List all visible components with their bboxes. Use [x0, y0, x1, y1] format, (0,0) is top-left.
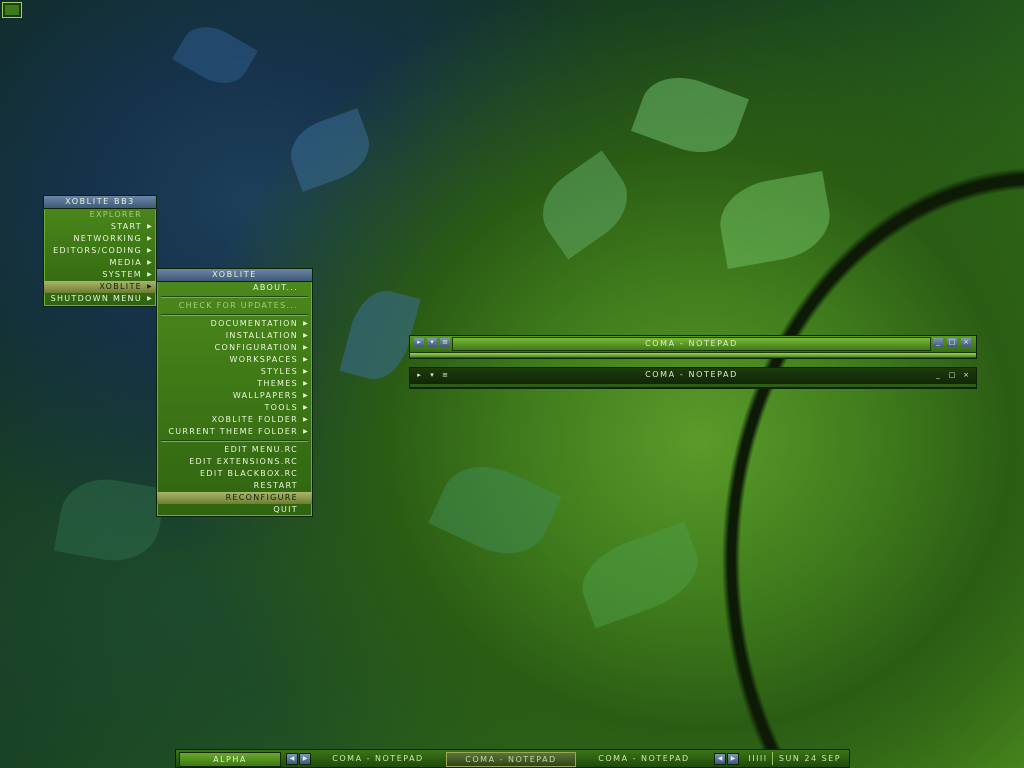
menu-item-networking[interactable]: NETWORKING: [44, 233, 156, 245]
menu-item-configuration[interactable]: CONFIGURATION: [157, 342, 312, 354]
tray-indicator[interactable]: IIIII: [746, 752, 770, 765]
main-menu: XOBLITE BB3 EXPLORER START NETWORKING ED…: [43, 195, 157, 307]
menu-item-edit-blackbox[interactable]: EDIT BLACKBOX.RC: [157, 468, 312, 480]
wallpaper-leaf: [528, 150, 642, 260]
wallpaper-leaf: [172, 15, 258, 95]
menu-item-shutdown[interactable]: SHUTDOWN MENU: [44, 293, 156, 305]
menu-item-tools[interactable]: TOOLS: [157, 402, 312, 414]
wallpaper-leaf: [428, 450, 562, 570]
menu-item-wallpapers[interactable]: WALLPAPERS: [157, 390, 312, 402]
shade-icon[interactable]: ▾: [427, 371, 437, 380]
taskbar: ALPHA ◀ ▶ COMA - NOTEPAD COMA - NOTEPAD …: [175, 749, 850, 768]
stick-icon[interactable]: ≡: [440, 338, 450, 347]
pin-icon[interactable]: ▸: [414, 338, 424, 347]
menu-item-themes[interactable]: THEMES: [157, 378, 312, 390]
wallpaper-leaf: [53, 471, 167, 569]
menu-item-reconfigure[interactable]: RECONFIGURE: [157, 492, 312, 504]
menu-item-about[interactable]: ABOUT...: [157, 282, 312, 294]
window-bottom-bar[interactable]: [410, 384, 976, 387]
close-icon[interactable]: ×: [961, 338, 971, 347]
menu-item-media[interactable]: MEDIA: [44, 257, 156, 269]
menu-item-xoblite[interactable]: XOBLITE: [44, 281, 156, 293]
notepad-window-inactive: COMA - NOTEPAD ▸ ▾ ≡ _ □ ×: [409, 367, 977, 389]
menu-item-edit-extensions[interactable]: EDIT EXTENSIONS.RC: [157, 456, 312, 468]
task-button-active[interactable]: COMA - NOTEPAD: [446, 752, 576, 767]
xoblite-submenu-title[interactable]: XOBLITE: [157, 269, 312, 282]
menu-item-workspaces[interactable]: WORKSPACES: [157, 354, 312, 366]
menu-item-explorer[interactable]: EXPLORER: [44, 209, 156, 221]
window-icon[interactable]: [2, 2, 22, 18]
maximize-icon[interactable]: □: [947, 338, 957, 347]
minimize-icon[interactable]: _: [933, 371, 943, 380]
window-title: COMA - NOTEPAD: [645, 370, 738, 379]
window-titlebar[interactable]: COMA - NOTEPAD: [452, 337, 931, 351]
window-bottom-bar[interactable]: [410, 352, 976, 357]
wallpaper-leaf: [631, 65, 749, 165]
workspace-next-icon[interactable]: ▶: [299, 753, 311, 765]
stick-icon[interactable]: ≡: [440, 371, 450, 380]
clock[interactable]: SUN 24 SEP: [772, 752, 847, 765]
shade-icon[interactable]: ▾: [427, 338, 437, 347]
task-button[interactable]: COMA - NOTEPAD: [580, 752, 708, 765]
task-next-icon[interactable]: ▶: [727, 753, 739, 765]
menu-item-check-updates[interactable]: CHECK FOR UPDATES...: [157, 300, 312, 312]
window-titlebar[interactable]: COMA - NOTEPAD: [452, 368, 931, 382]
pin-icon[interactable]: ▸: [414, 371, 424, 380]
menu-item-restart[interactable]: RESTART: [157, 480, 312, 492]
close-icon[interactable]: ×: [961, 371, 971, 380]
menu-item-styles[interactable]: STYLES: [157, 366, 312, 378]
notepad-window-active: COMA - NOTEPAD ▸ ▾ ≡ _ □ ×: [409, 335, 977, 359]
window-title: COMA - NOTEPAD: [645, 339, 738, 348]
wallpaper-leaf: [282, 108, 378, 192]
main-menu-title[interactable]: XOBLITE BB3: [44, 196, 156, 209]
wallpaper-leaf: [571, 521, 709, 629]
workspace-prev-icon[interactable]: ◀: [286, 753, 298, 765]
menu-item-current-theme-folder[interactable]: CURRENT THEME FOLDER: [157, 426, 312, 438]
menu-item-documentation[interactable]: DOCUMENTATION: [157, 318, 312, 330]
minimize-icon[interactable]: _: [933, 338, 943, 347]
maximize-icon[interactable]: □: [947, 371, 957, 380]
task-prev-icon[interactable]: ◀: [714, 753, 726, 765]
menu-item-editors-coding[interactable]: EDITORS/CODING: [44, 245, 156, 257]
wallpaper-leaf: [713, 171, 837, 269]
menu-item-quit[interactable]: QUIT: [157, 504, 312, 516]
menu-item-system[interactable]: SYSTEM: [44, 269, 156, 281]
menu-item-start[interactable]: START: [44, 221, 156, 233]
xoblite-submenu: XOBLITE ABOUT... CHECK FOR UPDATES... DO…: [156, 268, 313, 517]
menu-item-edit-menu[interactable]: EDIT MENU.RC: [157, 444, 312, 456]
menu-item-xoblite-folder[interactable]: XOBLITE FOLDER: [157, 414, 312, 426]
menu-item-installation[interactable]: INSTALLATION: [157, 330, 312, 342]
workspace-label[interactable]: ALPHA: [179, 752, 281, 767]
task-button[interactable]: COMA - NOTEPAD: [314, 752, 442, 765]
